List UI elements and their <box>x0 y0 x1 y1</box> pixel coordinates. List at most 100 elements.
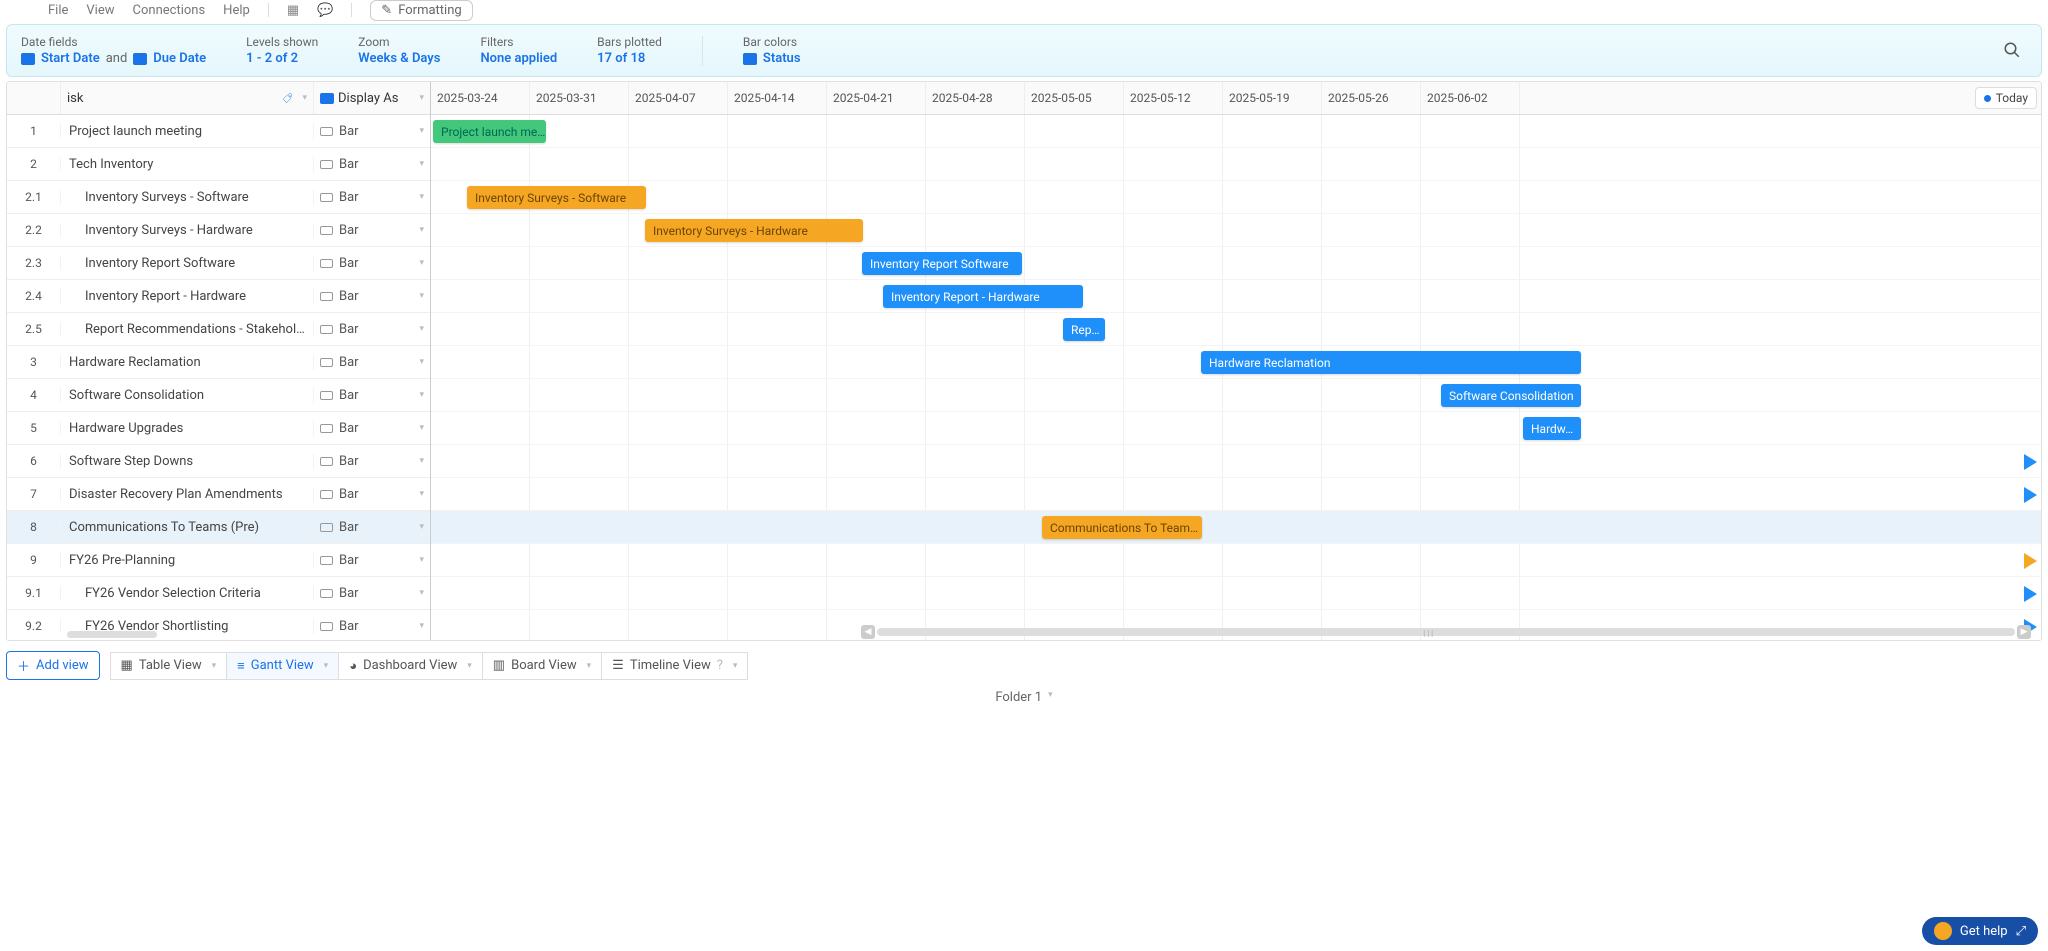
date-column-header[interactable]: 2025-03-31 <box>530 82 629 114</box>
task-row[interactable]: 8Communications To Teams (Pre)Bar▾ <box>7 511 430 544</box>
timeline-row[interactable] <box>431 544 2041 577</box>
display-as-cell[interactable]: Bar▾ <box>314 256 430 271</box>
gantt-bar[interactable]: Inventory Surveys - Software <box>467 186 646 209</box>
view-tab-timeline[interactable]: ☰Timeline View?▾ <box>602 652 748 680</box>
task-row[interactable]: 2.2Inventory Surveys - HardwareBar▾ <box>7 214 430 247</box>
task-row[interactable]: 6Software Step DownsBar▾ <box>7 445 430 478</box>
gantt-bar[interactable]: Software Consolidation <box>1441 384 1581 407</box>
cfg-levels[interactable]: Levels shown 1 - 2 of 2 <box>246 35 318 66</box>
task-name[interactable]: Inventory Surveys - Software <box>61 190 314 205</box>
task-row[interactable]: 9.1FY26 Vendor Selection CriteriaBar▾ <box>7 577 430 610</box>
timeline-row[interactable] <box>431 445 2041 478</box>
chevron-down-icon[interactable]: ▾ <box>733 661 738 671</box>
display-as-cell[interactable]: Bar▾ <box>314 190 430 205</box>
task-name[interactable]: Disaster Recovery Plan Amendments <box>61 487 314 502</box>
task-name[interactable]: Tech Inventory <box>61 157 314 172</box>
display-as-cell[interactable]: Bar▾ <box>314 487 430 502</box>
display-as-cell[interactable]: Bar▾ <box>314 619 430 634</box>
task-name[interactable]: Hardware Upgrades <box>61 421 314 436</box>
search-icon[interactable] <box>1997 35 2027 65</box>
chevron-down-icon[interactable]: ▾ <box>419 93 424 103</box>
timeline-row[interactable]: Hardware Reclamation <box>431 346 2041 379</box>
task-name[interactable]: Hardware Reclamation <box>61 355 314 370</box>
task-row[interactable]: 1Project launch meetingBar▾ <box>7 115 430 148</box>
timeline-row[interactable]: Software Consolidation <box>431 379 2041 412</box>
task-row[interactable]: 4Software ConsolidationBar▾ <box>7 379 430 412</box>
display-as-cell[interactable]: Bar▾ <box>314 553 430 568</box>
date-column-header[interactable]: 2025-04-14 <box>728 82 827 114</box>
cfg-zoom[interactable]: Zoom Weeks & Days <box>358 35 440 66</box>
display-as-cell[interactable]: Bar▾ <box>314 454 430 469</box>
task-row[interactable]: 2.3Inventory Report SoftwareBar▾ <box>7 247 430 280</box>
today-button[interactable]: Today <box>1975 87 2037 109</box>
gantt-bar[interactable]: Inventory Report Software <box>862 252 1022 275</box>
chevron-down-icon[interactable]: ▾ <box>212 661 217 671</box>
menu-connections[interactable]: Connections <box>133 3 206 18</box>
gantt-bar[interactable]: Inventory Report - Hardware <box>883 285 1083 308</box>
timeline-scrollbar[interactable]: ◀ ||| ▶ <box>861 627 2031 637</box>
view-tab-dash[interactable]: ◕Dashboard View▾ <box>339 652 483 680</box>
display-as-cell[interactable]: Bar▾ <box>314 388 430 403</box>
menu-view[interactable]: View <box>86 3 114 18</box>
task-name[interactable]: Software Consolidation <box>61 388 314 403</box>
gantt-bar[interactable]: Inventory Surveys - Hardware <box>645 219 863 242</box>
date-column-header[interactable]: 2025-05-26 <box>1322 82 1421 114</box>
get-help-button[interactable]: Get help ⤢ <box>1922 917 2038 945</box>
display-as-cell[interactable]: Bar▾ <box>314 355 430 370</box>
chevron-down-icon[interactable]: ▾ <box>324 661 329 671</box>
timeline-row[interactable]: Hardw… <box>431 412 2041 445</box>
scrollbar-track[interactable]: ||| <box>877 628 2015 636</box>
task-name[interactable]: FY26 Vendor Selection Criteria <box>61 586 314 601</box>
chevron-down-icon[interactable]: ▾ <box>302 93 307 103</box>
timeline-row[interactable]: Inventory Surveys - Software <box>431 181 2041 214</box>
view-tab-table[interactable]: ▦Table View▾ <box>110 652 228 680</box>
chevron-down-icon[interactable]: ▾ <box>467 661 472 671</box>
gantt-bar[interactable]: Hardw… <box>1523 417 1581 440</box>
task-row[interactable]: 9FY26 Pre-PlanningBar▾ <box>7 544 430 577</box>
help-icon[interactable]: ? <box>717 658 723 673</box>
date-column-header[interactable]: 2025-04-21 <box>827 82 926 114</box>
task-name[interactable]: FY26 Pre-Planning <box>61 553 314 568</box>
display-as-cell[interactable]: Bar▾ <box>314 124 430 139</box>
display-as-cell[interactable]: Bar▾ <box>314 289 430 304</box>
cfg-plotted[interactable]: Bars plotted 17 of 18 <box>597 35 662 66</box>
date-column-header[interactable]: 2025-05-12 <box>1124 82 1223 114</box>
timeline-rows[interactable]: Project launch me… Inventory Surveys - So… <box>431 115 2041 640</box>
date-column-header[interactable]: 2025-05-19 <box>1223 82 1322 114</box>
date-column-header[interactable]: 2025-04-28 <box>926 82 1025 114</box>
offscreen-bar-icon[interactable] <box>2024 586 2037 602</box>
tag-icon[interactable]: 🏷 <box>282 92 292 103</box>
offscreen-bar-icon[interactable] <box>2024 553 2037 569</box>
scroll-left-icon[interactable]: ◀ <box>861 625 875 639</box>
timeline-row[interactable]: Communications To Team… <box>431 511 2041 544</box>
task-row[interactable]: 2Tech InventoryBar▾ <box>7 148 430 181</box>
menu-help[interactable]: Help <box>223 3 250 18</box>
display-as-cell[interactable]: Bar▾ <box>314 223 430 238</box>
task-name[interactable]: Report Recommendations - Stakehold… <box>61 322 314 337</box>
gantt-bar[interactable]: Rep… <box>1063 318 1105 341</box>
add-view-button[interactable]: ＋ Add view <box>6 651 100 680</box>
display-as-cell[interactable]: Bar▾ <box>314 157 430 172</box>
task-name[interactable]: Software Step Downs <box>61 454 314 469</box>
offscreen-bar-icon[interactable] <box>2024 487 2037 503</box>
date-column-header[interactable]: 2025-04-07 <box>629 82 728 114</box>
gantt-bar[interactable]: Project launch me… <box>433 120 546 143</box>
task-row[interactable]: 2.5Report Recommendations - Stakehold…Ba… <box>7 313 430 346</box>
offscreen-bar-icon[interactable] <box>2024 454 2037 470</box>
timeline-row[interactable]: Inventory Report Software <box>431 247 2041 280</box>
chevron-down-icon[interactable]: ▾ <box>587 661 592 671</box>
display-as-cell[interactable]: Bar▾ <box>314 421 430 436</box>
task-name[interactable]: Inventory Report Software <box>61 256 314 271</box>
display-as-cell[interactable]: Bar▾ <box>314 322 430 337</box>
timeline-row[interactable] <box>431 478 2041 511</box>
menu-file[interactable]: File <box>48 3 68 18</box>
task-row[interactable]: 2.4Inventory Report - HardwareBar▾ <box>7 280 430 313</box>
palette-icon[interactable]: ▦ <box>287 3 299 18</box>
cfg-date-fields[interactable]: Date fields Start Date and Due Date <box>21 35 206 66</box>
task-column-header[interactable]: isk 🏷 ▾ <box>61 82 314 114</box>
timeline-row[interactable]: Rep… <box>431 313 2041 346</box>
view-tab-board[interactable]: ▥Board View▾ <box>483 652 602 680</box>
display-column-header[interactable]: Display As ▾ <box>314 82 430 114</box>
date-column-header[interactable]: 2025-06-02 <box>1421 82 1520 114</box>
horizontal-scrollbar[interactable] <box>67 631 157 638</box>
